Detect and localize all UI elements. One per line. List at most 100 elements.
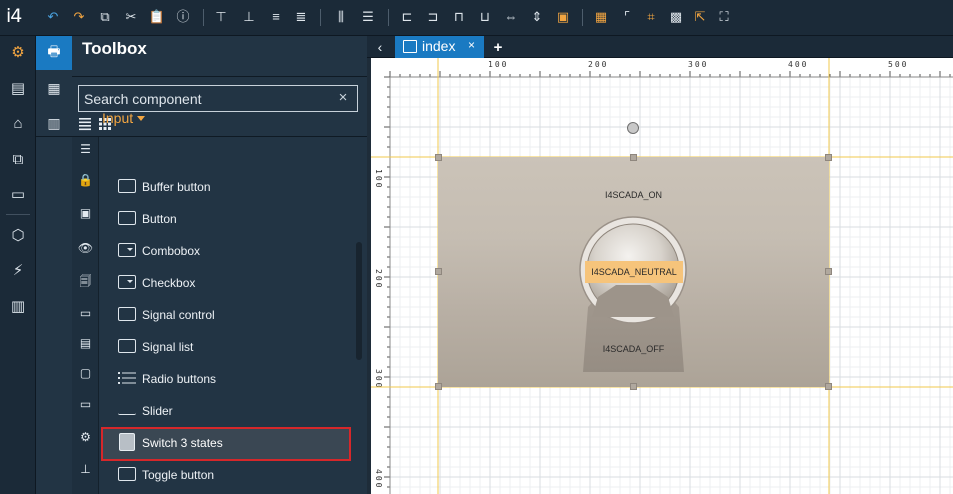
align-left-icon[interactable]: ⊏	[399, 9, 415, 25]
snap-icon[interactable]: ⌜	[619, 9, 635, 25]
component-label: Combobox	[142, 244, 201, 258]
main-toolbar: i4 ↶ ↷ ⧉ ✂ 📋 ⓘ ⊤ ⊥ ≡ ≣ ⫼ ☰ ⊏ ⊐ ⊓ ⊔ ⇔ ⇕ ▣…	[0, 0, 953, 36]
eye-icon[interactable]: 👁	[72, 238, 99, 258]
select-all-icon[interactable]: ▩	[668, 9, 684, 25]
resize-handle[interactable]	[435, 154, 442, 161]
toolbar-divider	[320, 9, 321, 26]
toolbox-tab-icon[interactable]: 🖶	[36, 36, 72, 70]
monitor-icon[interactable]: ▭	[0, 178, 36, 210]
resize-handle[interactable]	[630, 383, 637, 390]
align-top-icon[interactable]: ⊤	[213, 9, 229, 25]
info-icon[interactable]: ⓘ	[175, 9, 191, 25]
gears-icon[interactable]: ⚙	[72, 427, 99, 447]
switch-icon	[119, 433, 135, 451]
ruler-label: 200	[374, 269, 383, 289]
same-size-icon[interactable]: ▣	[555, 9, 571, 25]
grid-icon[interactable]: ▦	[593, 9, 609, 25]
component-combobox[interactable]: Combobox	[102, 236, 350, 266]
align-bottom-icon[interactable]: ⊥	[241, 9, 257, 25]
undo-icon[interactable]: ↶	[45, 9, 61, 25]
app-logo: i4	[6, 5, 22, 27]
resize-handle[interactable]	[435, 268, 442, 275]
settings-icon[interactable]: ⚙	[0, 36, 36, 68]
on-state-label: I4SCADA_ON	[604, 190, 663, 200]
button-icon	[118, 211, 136, 225]
button-icon	[118, 179, 136, 193]
component-label: Buffer button	[142, 180, 211, 194]
clear-search-icon[interactable]: ×	[335, 90, 351, 106]
editor-icon[interactable]: ▤	[0, 72, 36, 104]
align-bottom-edge-icon[interactable]: ⊔	[477, 9, 493, 25]
component-radio-buttons[interactable]: Radio buttons	[102, 364, 350, 394]
chevron-left-icon[interactable]: ‹	[367, 36, 393, 58]
component-slider[interactable]: Slider	[102, 396, 350, 426]
component-switch-3-states[interactable]: Switch 3 states	[101, 427, 351, 461]
align-right-icon[interactable]: ⊐	[425, 9, 441, 25]
same-width-icon[interactable]: ⇔	[503, 9, 519, 25]
combobox-icon	[118, 275, 136, 289]
component-checkbox[interactable]: Checkbox	[102, 268, 350, 298]
fit-icon[interactable]: ⛶	[716, 9, 732, 25]
pages-icon[interactable]: ⧉	[0, 143, 36, 175]
group-input-header[interactable]: Input	[102, 110, 133, 126]
valve-icon[interactable]: ⊥	[72, 459, 99, 479]
align-vertical-center-icon[interactable]: ⫼	[333, 9, 349, 25]
off-state-label: I4SCADA_OFF	[602, 344, 665, 354]
switch-3-states-widget[interactable]: I4SCADA_ON I4SCADA_NEUTRAL I4SCADA_OFF	[438, 157, 829, 387]
outline-tab-icon[interactable]: ▥	[36, 106, 72, 140]
resize-handle[interactable]	[630, 154, 637, 161]
signal-control-icon	[118, 307, 136, 321]
component-buffer-button[interactable]: Buffer button	[102, 172, 350, 202]
lock-icon[interactable]: 🔒	[72, 170, 99, 190]
list-icon[interactable]: ▤	[72, 333, 99, 353]
ruler-label: 300	[688, 60, 708, 69]
general-icon[interactable]: ☰	[72, 139, 99, 159]
archive-icon[interactable]: ▥	[0, 290, 36, 322]
package-icon[interactable]: ⬡	[0, 219, 36, 251]
chart-icon[interactable]: ▣	[72, 203, 99, 223]
same-height-icon[interactable]: ⇕	[529, 9, 545, 25]
close-tab-icon[interactable]: ×	[468, 38, 475, 52]
document-tabs: ‹ index × +	[367, 36, 953, 58]
cut-icon[interactable]: ✂	[123, 9, 139, 25]
component-search-input[interactable]	[78, 85, 358, 112]
component-label: Checkbox	[142, 276, 196, 290]
resize-icon[interactable]: ⌗	[643, 9, 659, 25]
align-middle-icon[interactable]: ≡	[268, 9, 284, 25]
resize-handle[interactable]	[825, 268, 832, 275]
resize-handle[interactable]	[825, 383, 832, 390]
paste-icon[interactable]: 📋	[149, 9, 165, 25]
chevron-down-icon[interactable]	[137, 116, 145, 121]
report-icon[interactable]: 🗐	[72, 272, 99, 292]
resize-handle[interactable]	[435, 383, 442, 390]
align-horizontal-center-icon[interactable]: ☰	[360, 9, 376, 25]
component-button[interactable]: Button	[102, 204, 350, 234]
distribute-icon[interactable]: ≣	[293, 9, 309, 25]
component-label: Switch 3 states	[142, 436, 223, 450]
toolbox-scrollbar[interactable]	[356, 242, 362, 360]
radio-buttons-icon	[118, 372, 136, 384]
component-toggle-button[interactable]: Toggle button	[102, 460, 350, 490]
pointer-icon[interactable]: ⇱	[692, 9, 708, 25]
toolbar-divider	[203, 9, 204, 26]
add-tab-icon[interactable]: +	[487, 36, 509, 58]
list-view-icon[interactable]	[78, 117, 92, 131]
copy-icon[interactable]: ⧉	[97, 9, 113, 25]
component-signal-control[interactable]: Signal control	[102, 300, 350, 330]
combobox-icon	[118, 243, 136, 257]
display-icon[interactable]: ▭	[72, 303, 99, 323]
rail-divider	[6, 214, 30, 215]
ruler-label: 100	[374, 169, 383, 189]
media-icon[interactable]: ▭	[72, 394, 99, 414]
rotate-handle[interactable]	[627, 122, 639, 134]
properties-tab-icon[interactable]: ▦	[36, 71, 72, 105]
window-icon[interactable]: ▢	[72, 363, 99, 383]
tab-index[interactable]: index ×	[395, 36, 484, 58]
layers-icon[interactable]: ⌂	[0, 107, 36, 139]
component-signal-list[interactable]: Signal list	[102, 332, 350, 362]
redo-icon[interactable]: ↷	[71, 9, 87, 25]
panel-tabs: 🖶 ▦ ▥	[36, 36, 72, 136]
align-top-edge-icon[interactable]: ⊓	[451, 9, 467, 25]
signal-icon[interactable]: ⚡	[0, 254, 36, 286]
resize-handle[interactable]	[825, 154, 832, 161]
